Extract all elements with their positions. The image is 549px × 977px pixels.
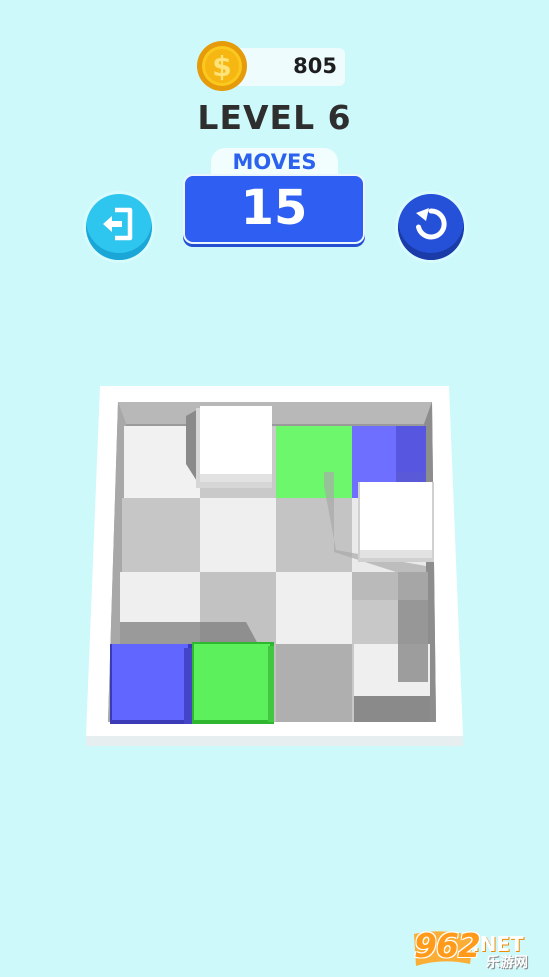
moves-counter: 15	[185, 176, 363, 242]
green-block[interactable]	[192, 642, 274, 724]
restart-icon	[416, 208, 447, 240]
purple-block[interactable]	[110, 644, 192, 724]
coin-value: 805	[293, 54, 337, 78]
svg-text:$: $	[212, 50, 231, 83]
level-title: LEVEL 6	[197, 98, 352, 137]
white-block-2[interactable]	[358, 482, 434, 562]
exit-button[interactable]	[86, 194, 152, 260]
game-board[interactable]	[86, 386, 463, 746]
moves-label: MOVES	[232, 150, 317, 174]
watermark-sub: 乐游网	[486, 955, 528, 971]
white-block-1[interactable]	[196, 406, 272, 488]
green-target-tile	[276, 426, 352, 498]
moves-value: 15	[240, 180, 308, 236]
exit-icon	[103, 207, 133, 241]
watermark-number: 962	[414, 926, 481, 965]
coin-icon: $	[197, 41, 247, 91]
restart-button[interactable]	[398, 194, 464, 260]
